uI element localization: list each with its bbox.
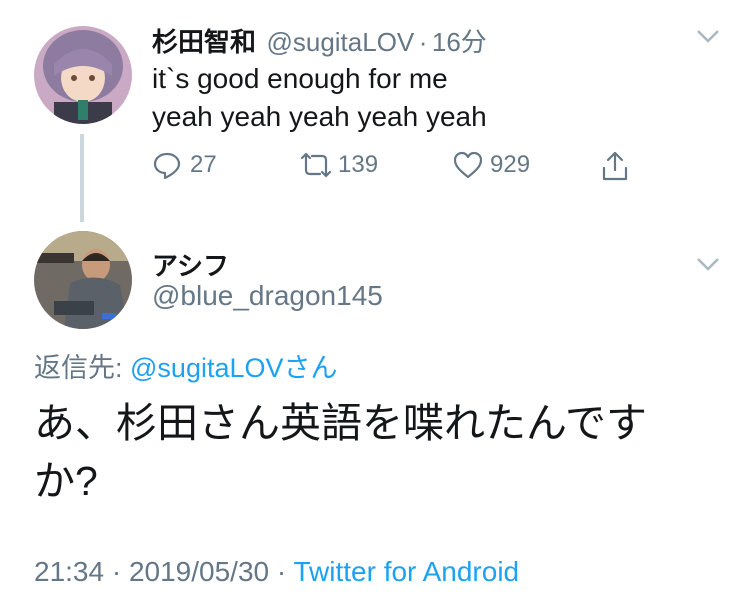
- avatar-image: [34, 26, 132, 124]
- reply-to-suffix[interactable]: さん: [284, 353, 338, 383]
- tweet1-header: 杉田智和 @sugitaLOV · 16分: [152, 22, 487, 59]
- reply-to-line: 返信先: @sugitaLOVさん: [34, 346, 338, 385]
- like-icon[interactable]: [452, 150, 484, 180]
- tweet-line: yeah yeah yeah yeah yeah: [152, 101, 487, 132]
- source-link[interactable]: Twitter for Android: [293, 556, 519, 587]
- reply-to-prefix: 返信先:: [34, 353, 131, 383]
- reply-count: 27: [190, 151, 217, 178]
- like-count: 929: [490, 151, 531, 178]
- share-action[interactable]: [600, 150, 630, 182]
- retweet-action[interactable]: 139: [296, 150, 378, 180]
- user-handle[interactable]: @sugitaLOV: [266, 27, 414, 57]
- retweet-icon[interactable]: [296, 150, 336, 180]
- share-icon[interactable]: [600, 150, 630, 182]
- reply-icon[interactable]: [152, 150, 182, 180]
- tweet1-text: it`s good enough for me yeah yeah yeah y…: [152, 60, 487, 136]
- retweet-count: 139: [338, 151, 379, 178]
- tweet-line: か?: [34, 458, 98, 504]
- avatar-asif[interactable]: [34, 231, 132, 329]
- tweet2-text: あ、杉田さん英語を喋れたんです か?: [34, 394, 647, 510]
- chevron-down-icon[interactable]: [696, 256, 720, 277]
- avatar-sugita[interactable]: [34, 26, 132, 124]
- reply-to-handle-link[interactable]: @sugitaLOV: [130, 353, 283, 383]
- avatar-image: [34, 231, 132, 329]
- thread-connector-line: [80, 134, 84, 222]
- user-handle[interactable]: @blue_dragon145: [152, 280, 383, 312]
- tweet-timestamp-line: 21:34 · 2019/05/30 · Twitter for Android: [34, 556, 519, 588]
- tweet-line: it`s good enough for me: [152, 63, 448, 94]
- display-name[interactable]: アシフ: [152, 246, 229, 283]
- separator: ·: [418, 27, 428, 57]
- tweet-time[interactable]: 16分: [432, 27, 487, 57]
- timestamp[interactable]: 21:34 · 2019/05/30 ·: [34, 556, 293, 587]
- display-name[interactable]: 杉田智和: [152, 27, 256, 57]
- reply-action[interactable]: 27: [152, 150, 217, 180]
- chevron-down-icon[interactable]: [696, 28, 720, 49]
- tweet-line: あ、杉田さん英語を喋れたんです: [34, 400, 647, 446]
- like-action[interactable]: 929: [452, 150, 530, 180]
